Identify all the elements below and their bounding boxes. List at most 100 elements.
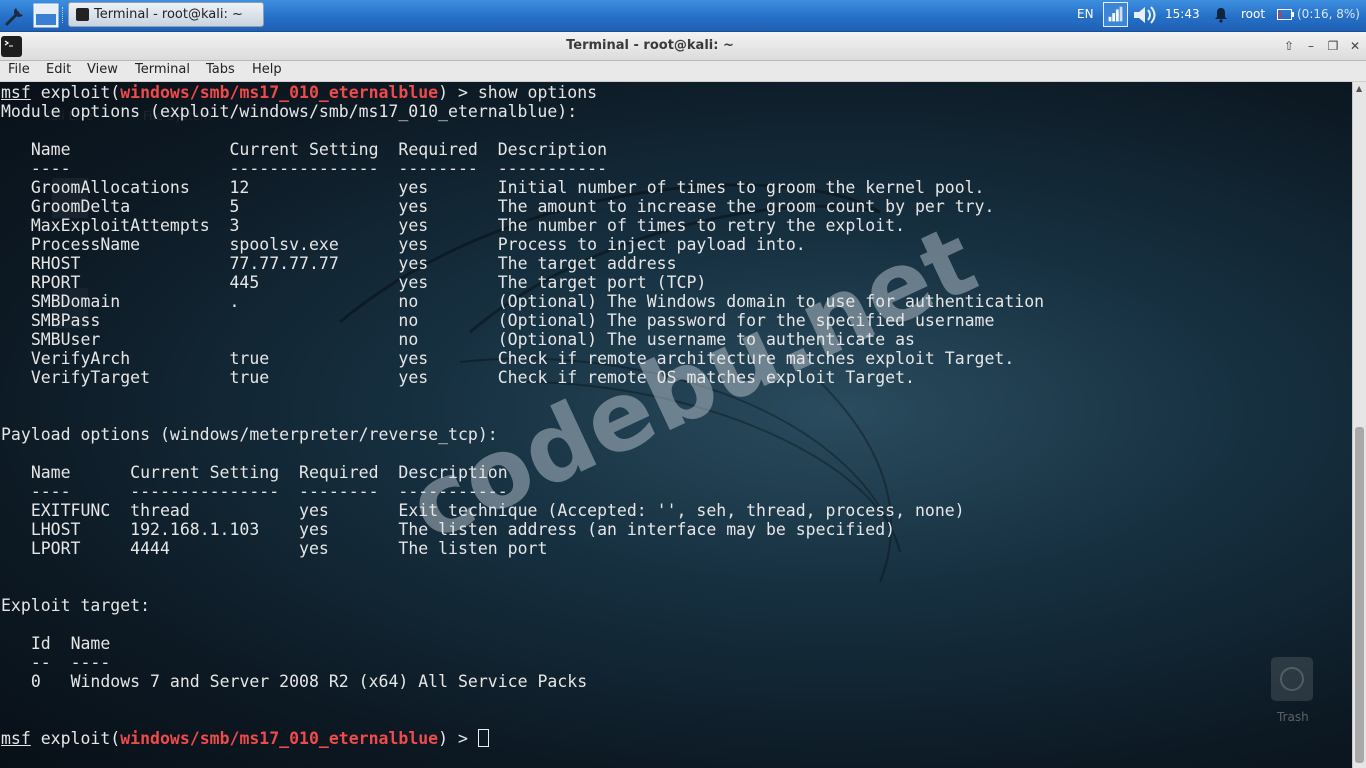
payload-option-header: Name <box>30 463 131 482</box>
volume-icon[interactable] <box>1132 4 1158 26</box>
module-option-header: Current Setting <box>229 140 399 159</box>
module-option-cell: yes <box>398 349 498 368</box>
module-option-cell: The amount to increase the groom count b… <box>497 197 995 216</box>
module-option-cell: The target address <box>497 254 677 273</box>
payload-option-cell: The listen address (an interface may be … <box>398 520 896 539</box>
payload-option-cell: LHOST <box>30 520 131 539</box>
module-option-cell: yes <box>398 197 498 216</box>
scroll-up-arrow-icon[interactable]: ▲ <box>1356 84 1362 93</box>
module-option-cell: 3 <box>229 216 399 235</box>
module-option-cell: Process to inject payload into. <box>497 235 806 254</box>
menu-tabs[interactable]: Tabs <box>206 62 235 77</box>
menu-terminal[interactable]: Terminal <box>135 62 190 77</box>
module-option-cell: true <box>229 368 399 387</box>
module-option-cell: 5 <box>229 197 399 216</box>
module-option-cell: GroomDelta <box>30 197 230 216</box>
module-option-cell: 12 <box>229 178 399 197</box>
panel-separator <box>62 7 65 23</box>
clock[interactable]: 15:43 <box>1165 7 1200 21</box>
prompt-msf: msf <box>1 83 31 102</box>
module-option-cell: yes <box>398 178 498 197</box>
payload-option-cell: yes <box>299 539 399 558</box>
terminal-scrollbar[interactable]: ▲ <box>1352 82 1366 768</box>
module-option-cell: 445 <box>229 273 399 292</box>
module-option-cell: The number of times to retry the exploit… <box>497 216 906 235</box>
module-option-cell: (Optional) The username to authenticate … <box>497 330 915 349</box>
module-option-header: Description <box>497 140 608 159</box>
minimize-button[interactable]: – <box>1302 38 1320 54</box>
module-option-cell: Check if remote OS matches exploit Targe… <box>497 368 915 387</box>
prompt-suffix: ) > <box>438 83 478 102</box>
payload-option-cell: yes <box>299 501 399 520</box>
module-option-cell: MaxExploitAttempts <box>30 216 230 235</box>
module-option-cell: SMBPass <box>30 311 230 330</box>
keyboard-layout[interactable]: EN <box>1077 7 1094 21</box>
module-option-cell: SMBDomain <box>30 292 230 311</box>
scrollbar-thumb[interactable] <box>1355 427 1364 763</box>
module-option-cell: no <box>398 311 498 330</box>
terminal-area[interactable]: Kali Live File System Trash codebu.net m… <box>0 82 1352 768</box>
module-option-cell: ProcessName <box>30 235 230 254</box>
terminal-cursor <box>477 729 489 747</box>
payload-option-cell: Exit technique (Accepted: '', seh, threa… <box>398 501 965 520</box>
exploit-target-heading: Exploit target: <box>1 596 151 615</box>
payload-option-cell: EXITFUNC <box>30 501 131 520</box>
module-option-cell: spoolsv.exe <box>229 235 399 254</box>
module-option-cell: no <box>398 292 498 311</box>
menu-help[interactable]: Help <box>252 62 282 77</box>
payload-option-cell: thread <box>130 501 300 520</box>
window-titlebar[interactable]: Terminal - root@kali: ~ ⇧ – ❐ ✕ <box>0 32 1366 61</box>
menu-file[interactable]: File <box>8 62 30 77</box>
top-panel: Terminal - root@kali: ~ EN 15:43 root (0… <box>0 0 1366 32</box>
module-option-cell: 77.77.77.77 <box>229 254 399 273</box>
module-option-cell: The target port (TCP) <box>497 273 707 292</box>
network-icon[interactable] <box>1103 2 1128 27</box>
module-option-cell: yes <box>398 368 498 387</box>
module-option-cell: (Optional) The Windows domain to use for… <box>497 292 1045 311</box>
taskbar-label: Terminal - root@kali: ~ <box>94 7 243 22</box>
battery-icon[interactable] <box>1277 9 1294 20</box>
menu-edit[interactable]: Edit <box>46 62 71 77</box>
header-rule: ---- <box>70 653 111 672</box>
module-option-header: Name <box>30 140 230 159</box>
module-option-cell: GroomAllocations <box>30 178 230 197</box>
header-rule: ----------- <box>398 482 508 501</box>
module-option-cell: yes <box>398 273 498 292</box>
header-rule: --------------- <box>130 482 300 501</box>
module-option-cell: Initial number of times to groom the ker… <box>497 178 985 197</box>
maximize-button[interactable]: ❐ <box>1324 38 1342 54</box>
show-desktop-icon[interactable] <box>32 2 60 29</box>
module-option-cell: VerifyTarget <box>30 368 230 387</box>
module-option-cell: . <box>229 292 399 311</box>
close-button[interactable]: ✕ <box>1346 38 1364 54</box>
payload-option-header: Required <box>299 463 399 482</box>
payload-option-header: Description <box>398 463 508 482</box>
command-text: show options <box>477 83 598 102</box>
module-option-cell: yes <box>398 235 498 254</box>
prompt-module-path: windows/smb/ms17_010_eternalblue <box>120 729 439 748</box>
module-option-cell: no <box>398 330 498 349</box>
payload-option-cell: yes <box>299 520 399 539</box>
terminal-output[interactable]: msf exploit(windows/smb/ms17_010_eternal… <box>1 83 1044 748</box>
notification-bell-icon[interactable] <box>1213 7 1229 23</box>
exploit-target-header: Id <box>30 634 71 653</box>
applications-menu-icon[interactable] <box>2 2 30 29</box>
payload-option-cell: 192.168.1.103 <box>130 520 300 539</box>
exploit-target-cell: 0 <box>30 672 71 691</box>
module-options-heading: Module options (exploit/windows/smb/ms17… <box>1 102 578 121</box>
terminal-icon <box>76 8 89 21</box>
menu-view[interactable]: View <box>87 62 118 77</box>
exploit-target-header: Name <box>70 634 111 653</box>
prompt-module-path: windows/smb/ms17_010_eternalblue <box>120 83 439 102</box>
payload-option-header: Current Setting <box>130 463 300 482</box>
prompt-msf: msf <box>1 729 31 748</box>
window-shade-button[interactable]: ⇧ <box>1280 38 1298 54</box>
header-rule: --------------- <box>229 159 399 178</box>
taskbar-terminal-button[interactable]: Terminal - root@kali: ~ <box>68 2 264 27</box>
module-option-cell <box>230 311 399 330</box>
header-rule: -------- <box>398 159 498 178</box>
module-option-header: Required <box>398 140 498 159</box>
user-menu[interactable]: root <box>1241 7 1265 21</box>
module-option-cell <box>230 330 399 349</box>
prompt-word: exploit( <box>40 729 121 748</box>
